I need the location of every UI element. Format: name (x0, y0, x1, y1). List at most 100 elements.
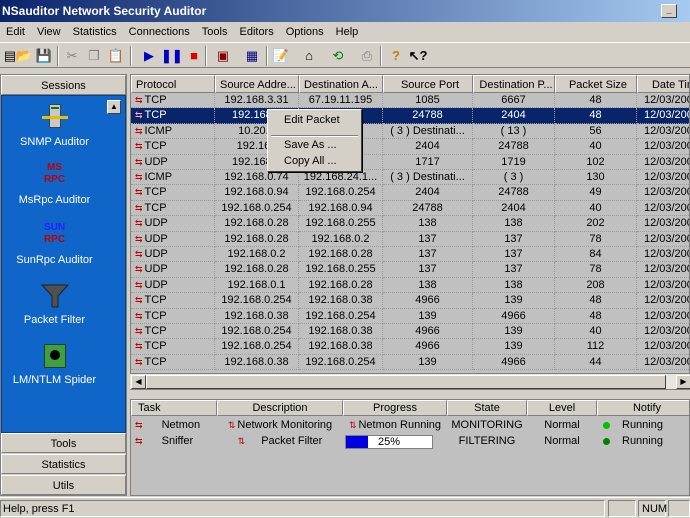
menu-edit[interactable]: Edit (0, 22, 31, 42)
destination-address-cell: 192.168.24.1... (299, 170, 383, 186)
packet-row[interactable]: ⇆ TCP 192.168.0.254 192.168.0.38 4966 139 40 12… (131, 324, 689, 340)
stop-icon[interactable]: ■ (184, 46, 204, 66)
packet-row[interactable]: ⇆ TCP 192.168.0.254 192.168.0.38 4966 139 112 1… (131, 339, 689, 355)
protocol-cell: ⇆ UDP (131, 231, 215, 247)
packet-row[interactable]: ⇆ UDP 192.168.0.1 192.168.0.28 138 138 208 12/0… (131, 277, 689, 294)
packet-row[interactable]: ⇆ TCP 192.168.0.254 192.168.0.38 4966 139 48 12… (131, 293, 689, 309)
print-icon[interactable]: ⎙ (357, 46, 377, 66)
packet-row[interactable]: ⇆ TCP 192.168.0.38 192.168.0.254 139 4966 48 12… (131, 308, 689, 324)
sunrpc-icon: SUN RPC (40, 222, 70, 250)
menu-tools[interactable]: Tools (196, 22, 234, 42)
task-row[interactable]: ⇆ Sniffer ⇅ Packet Filter 25% FILTERING N… (131, 433, 689, 449)
status-cell-empty (608, 500, 636, 517)
task-column-header[interactable]: Task (131, 400, 217, 416)
packet-row[interactable]: ⇆ UDP 192.168.0.28 192.168.0.2 137 137 78 12/03… (131, 231, 689, 247)
home-icon[interactable]: ⌂ (299, 46, 319, 66)
session-packet-filter[interactable]: Packet Filter (2, 282, 107, 326)
progress-column-header[interactable]: Progress (343, 400, 447, 416)
open-folder-icon[interactable]: 📂 (14, 46, 34, 66)
sessions-header[interactable]: Sessions (1, 75, 126, 95)
packet-size-column-header[interactable]: Packet Size (555, 75, 637, 93)
task-arrows-icon: ⇆ (135, 436, 142, 446)
task-row[interactable]: ⇆ Netmon ⇅ Network Monitoring ⇅ Netmon Run… (131, 417, 689, 433)
menu-item-edit-packet[interactable]: Edit Packet (268, 112, 361, 128)
play-icon[interactable]: ▶ (139, 46, 159, 66)
sessions-tab-tools[interactable]: Tools (1, 433, 126, 453)
menu-connections[interactable]: Connections (123, 22, 196, 42)
menu-item-save-as[interactable]: Save As ... (268, 137, 361, 153)
paste-icon[interactable]: 📋 (106, 46, 126, 66)
destination-port-cell: 24788 (473, 139, 555, 155)
sessions-tab-utils[interactable]: Utils (1, 475, 126, 495)
menu-statistics[interactable]: Statistics (67, 22, 123, 42)
sessions-tab-statistics[interactable]: Statistics (1, 454, 126, 474)
help-icon[interactable]: ? (386, 46, 406, 66)
session-snmp-auditor[interactable]: SNMP Auditor (2, 104, 107, 148)
spider-icon (40, 342, 70, 370)
packet-row[interactable]: ⇆ UDP 192.168.0.2 192.168.0.28 137 137 84 12/03… (131, 247, 689, 263)
destination-address-cell: 192.168.0.38 (299, 324, 383, 340)
packet-row[interactable]: ⇆ICMP10.20.031( 3 ) Destinati...( 13 )56… (131, 123, 689, 140)
refresh-icon[interactable]: ⟲ (328, 46, 348, 66)
scroll-left-button[interactable]: ◀ (131, 375, 146, 389)
protocol-text: UDP (144, 278, 168, 291)
source-port-cell: ( 3 ) Destinati... (383, 170, 473, 186)
horizontal-scrollbar[interactable]: ◀ ▶ (130, 373, 690, 389)
date-time-cell: 12/03/2004 (637, 216, 689, 232)
notify-column-header[interactable]: Notify (597, 400, 689, 416)
packet-row[interactable]: ⇆ UDP 192.168.0.28 192.168.0.255 137 137 78 12/… (131, 262, 689, 278)
monitor-icon[interactable]: ▣ (213, 46, 233, 66)
document-icon[interactable]: 📝 (271, 46, 291, 66)
protocol-arrows-icon: ⇆ (135, 295, 142, 306)
description-column-header[interactable]: Description (217, 400, 343, 416)
session-msrpc-auditor[interactable]: MS RPC MsRpc Auditor (2, 162, 107, 206)
progress-bar: 25% (345, 435, 433, 449)
scroll-right-button[interactable]: ▶ (676, 375, 690, 389)
packet-row[interactable]: ⇆ TCP 192.168.0.94 192.168.0.254 2404 24788 49… (131, 185, 689, 201)
packet-row[interactable]: ⇆ UDP 192.168.0.28 192.168.0.255 138 138 202 12… (131, 216, 689, 232)
source-address-cell: 192.168.0.1 (215, 277, 299, 294)
pause-icon[interactable]: ❚❚ (161, 46, 183, 66)
packet-row[interactable]: ⇆TCP192.168542404247884012/03/2004 (131, 139, 689, 155)
source-port-column-header[interactable]: Source Port (383, 75, 473, 93)
level-column-header[interactable]: Level (527, 400, 597, 416)
menu-editors[interactable]: Editors (233, 22, 279, 42)
packet-row[interactable]: ⇆ TCP 192.168.0.254 192.168.0.94 24788 2404 40… (131, 200, 689, 217)
destination-port-column-header[interactable]: Destination P... (473, 75, 555, 93)
destination-address-cell: 192.168.0.254 (299, 308, 383, 324)
packet-row[interactable]: ⇆TCP192.168.0842478824044812/03/2004 (131, 108, 689, 124)
copy-icon[interactable]: ❐ (84, 46, 104, 66)
packet-row[interactable]: ⇆UDP192.168.2741717171910212/03/2004 (131, 154, 689, 170)
menu-help[interactable]: Help (330, 22, 365, 42)
context-help-icon[interactable]: ↖? (408, 46, 428, 66)
menu-item-copy-all[interactable]: Copy All ... (268, 153, 361, 169)
scroll-up-button[interactable]: ▲ (107, 100, 121, 114)
protocol-column-header[interactable]: Protocol (131, 75, 215, 93)
computer-icon[interactable]: ▦ (242, 46, 262, 66)
destination-port-cell: 4966 (473, 308, 555, 324)
cut-icon[interactable]: ✂ (62, 46, 82, 66)
packet-size-cell: 202 (555, 216, 637, 232)
packet-size-cell: 44 (555, 354, 637, 371)
packet-size-cell: 112 (555, 339, 637, 355)
session-lm-ntlm-spider[interactable]: LM/NTLM Spider (2, 342, 107, 386)
packet-row[interactable]: ⇆ TCP 192.168.3.31 67.19.11.195 1085 6667 48 12… (131, 93, 689, 109)
state-column-header[interactable]: State (447, 400, 527, 416)
source-port-cell: 137 (383, 262, 473, 278)
scroll-thumb[interactable] (146, 375, 666, 389)
packet-row[interactable]: ⇆ TCP 192.168.0.38 192.168.0.254 139 4966 44 12… (131, 354, 689, 371)
minimize-button[interactable]: _ (661, 4, 677, 18)
task-panel: Task Description Progress State Level No… (130, 399, 690, 496)
destination-address-column-header[interactable]: Destination A... (299, 75, 383, 93)
menu-options[interactable]: Options (280, 22, 330, 42)
source-address-column-header[interactable]: Source Addre... (215, 75, 299, 93)
packet-row[interactable]: ⇆ ICMP 192.168.0.74 192.168.24.1...( 3 ) De… (131, 170, 689, 186)
date-time-column-header[interactable]: Date Tim (637, 75, 689, 93)
destination-address-cell: 67.19.11.195 (299, 93, 383, 109)
destination-address-cell: 192.168.0.28 (299, 247, 383, 263)
menu-view[interactable]: View (31, 22, 67, 42)
session-sunrpc-auditor[interactable]: SUN RPC SunRpc Auditor (2, 222, 107, 266)
protocol-cell: ⇆ UDP (131, 154, 215, 170)
source-address-cell: 192.168.3.31 (215, 93, 299, 109)
save-icon[interactable]: 💾 (34, 46, 54, 66)
